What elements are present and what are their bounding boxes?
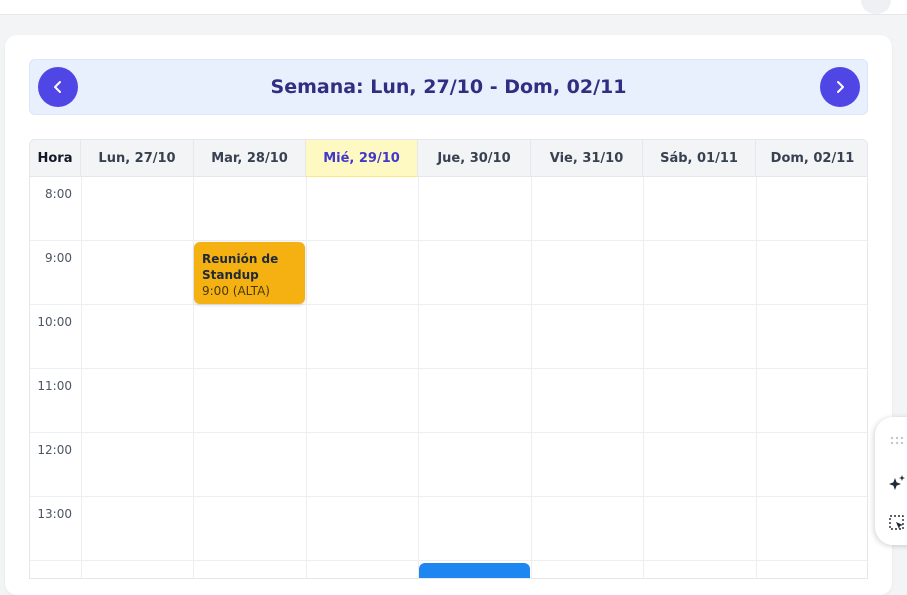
- day-header-fri: Vie, 31/10: [531, 140, 643, 177]
- hour-label: 13:00: [37, 507, 72, 521]
- hour-label: 10:00: [37, 315, 72, 329]
- hour-label: 11:00: [37, 379, 72, 393]
- day-header-thu: Jue, 30/10: [418, 140, 531, 177]
- event-standup[interactable]: Reunión de Standup 9:00 (ALTA): [194, 242, 305, 304]
- day-header-row: Hora Lun, 27/10 Mar, 28/10 Mié, 29/10 Ju…: [30, 140, 867, 177]
- hour-label: 12:00: [37, 443, 72, 457]
- top-bar-corner: [861, 0, 891, 14]
- chevron-right-icon: [837, 81, 844, 93]
- hour-label: 8:00: [45, 187, 72, 201]
- hour-row[interactable]: 9:00: [30, 241, 867, 305]
- top-bar: [0, 0, 907, 15]
- hour-column-header: Hora: [30, 140, 81, 177]
- day-header-tue: Mar, 28/10: [194, 140, 306, 177]
- event-title: Reunión de Standup: [202, 252, 279, 282]
- hour-row[interactable]: 11:00: [30, 369, 867, 433]
- hour-row[interactable]: 13:00: [30, 497, 867, 561]
- next-week-button[interactable]: [820, 67, 860, 107]
- sparkle-icon[interactable]: [887, 473, 907, 493]
- hour-row[interactable]: 10:00: [30, 305, 867, 369]
- select-region-icon[interactable]: [887, 513, 907, 533]
- week-grid: Hora Lun, 27/10 Mar, 28/10 Mié, 29/10 Ju…: [29, 139, 868, 579]
- day-header-mon: Lun, 27/10: [81, 140, 194, 177]
- day-header-sat: Sáb, 01/11: [643, 140, 756, 177]
- hour-row[interactable]: 12:00: [30, 433, 867, 497]
- drag-handle-icon[interactable]: [887, 431, 907, 451]
- day-header-sun: Dom, 02/11: [770, 151, 855, 166]
- hour-label: 9:00: [45, 251, 72, 265]
- floating-toolbar: [875, 417, 907, 545]
- week-title: Semana: Lun, 27/10 - Dom, 02/11: [270, 76, 627, 98]
- event-time-priority: 9:00 (ALTA): [202, 284, 270, 298]
- hour-row[interactable]: 8:00: [30, 177, 867, 241]
- day-header-wed-today: Mié, 29/10: [306, 140, 418, 177]
- event-partial-thursday[interactable]: [419, 563, 530, 578]
- week-navigation-header: Semana: Lun, 27/10 - Dom, 02/11: [29, 59, 868, 115]
